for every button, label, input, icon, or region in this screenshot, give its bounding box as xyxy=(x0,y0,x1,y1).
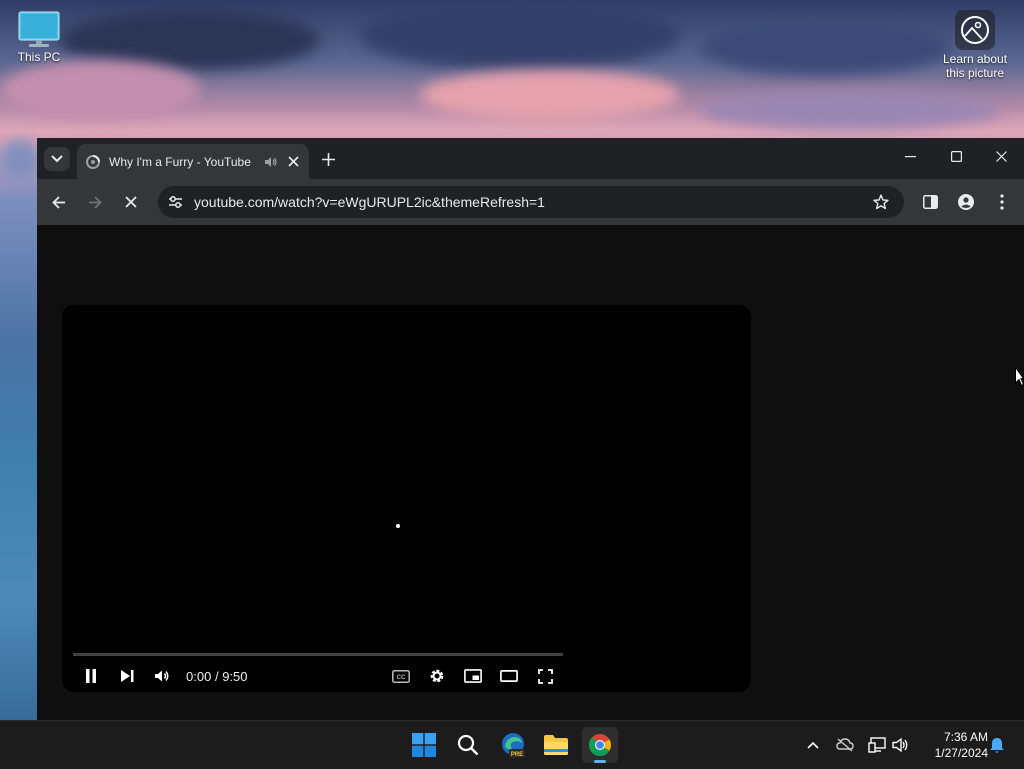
edge-preview-button[interactable]: PRE xyxy=(495,727,531,763)
search-button[interactable] xyxy=(450,727,486,763)
duration: 9:50 xyxy=(222,669,248,684)
desktop-icon-learn-about-picture[interactable]: Learn about this picture xyxy=(938,10,1012,80)
learn-picture-icon xyxy=(955,10,995,50)
browser-window: Why I'm a Furry - YouTube youtube.com/wa… xyxy=(37,138,1024,720)
arrow-right-icon xyxy=(89,195,102,209)
side-panel-icon xyxy=(922,195,938,209)
x-icon xyxy=(125,196,137,208)
progress-bar[interactable] xyxy=(73,653,563,656)
profile-icon xyxy=(958,194,974,210)
windows-logo-icon xyxy=(412,733,436,757)
back-button[interactable] xyxy=(43,186,75,218)
onedrive-tray[interactable] xyxy=(834,735,856,755)
chevron-down-icon xyxy=(51,155,63,163)
address-bar[interactable]: youtube.com/watch?v=eWgURUPL2ic&themeRef… xyxy=(158,186,904,218)
loading-favicon-icon xyxy=(86,155,100,169)
closed-captions-icon: CC xyxy=(392,669,410,683)
captions-button[interactable]: CC xyxy=(386,663,416,689)
edge-icon: PRE xyxy=(502,733,525,758)
site-info-icon[interactable] xyxy=(168,195,183,209)
svg-text:CC: CC xyxy=(397,675,406,681)
fullscreen-icon xyxy=(537,668,553,684)
tab-title: Why I'm a Furry - YouTube xyxy=(109,155,251,169)
title-bar: Why I'm a Furry - YouTube xyxy=(37,138,1024,179)
pause-button[interactable] xyxy=(76,663,106,689)
bell-icon xyxy=(990,737,1004,753)
close-window-button[interactable] xyxy=(978,138,1024,175)
next-button[interactable] xyxy=(112,663,142,689)
current-time: 0:00 xyxy=(186,669,212,684)
miniplayer-button[interactable] xyxy=(458,663,488,689)
theater-mode-icon xyxy=(500,670,518,682)
volume-button[interactable] xyxy=(147,663,177,689)
kebab-menu-icon xyxy=(1000,194,1004,210)
close-tab-icon[interactable] xyxy=(288,156,299,167)
taskbar: PRE 7:36 AM 1/27/2024 xyxy=(0,720,1024,769)
browser-toolbar: youtube.com/watch?v=eWgURUPL2ic&themeRef… xyxy=(37,179,1024,225)
volume-icon xyxy=(155,670,169,682)
page-content: 0:00 / 9:50 CC xyxy=(37,225,1024,720)
clock-time: 7:36 AM xyxy=(943,730,988,744)
monitor-icon xyxy=(18,11,60,47)
miniplayer-icon xyxy=(464,669,482,683)
loading-spinner-icon xyxy=(396,524,400,528)
folder-icon xyxy=(544,735,568,755)
chrome-icon xyxy=(588,734,611,756)
clock-date: 1/27/2024 xyxy=(934,746,988,760)
pause-icon xyxy=(86,669,96,683)
speaker-icon[interactable] xyxy=(263,155,277,169)
clock[interactable]: 7:36 AM 1/27/2024 xyxy=(918,729,988,761)
profile-button[interactable] xyxy=(950,186,982,218)
desktop-icon-this-pc[interactable]: This PC xyxy=(12,10,66,64)
tab-search-button[interactable] xyxy=(44,147,70,171)
mouse-cursor-icon xyxy=(1015,367,1024,387)
desktop-icon-label: This PC xyxy=(17,50,61,64)
new-tab-button[interactable] xyxy=(316,147,340,171)
cloud-offline-icon xyxy=(836,738,854,752)
network-tray[interactable] xyxy=(866,735,888,755)
plus-icon xyxy=(321,152,335,166)
search-icon xyxy=(457,734,479,756)
edge-badge-label: PRE xyxy=(511,752,523,758)
speaker-icon xyxy=(892,737,908,753)
star-icon[interactable] xyxy=(873,194,889,210)
url-text[interactable]: youtube.com/watch?v=eWgURUPL2ic&themeRef… xyxy=(194,194,545,210)
stop-loading-button[interactable] xyxy=(115,186,147,218)
side-panel-button[interactable] xyxy=(914,186,946,218)
minimize-button[interactable] xyxy=(887,138,933,175)
notifications-button[interactable] xyxy=(986,735,1008,755)
start-button[interactable] xyxy=(406,727,442,763)
show-hidden-icons-button[interactable] xyxy=(802,735,824,755)
maximize-icon xyxy=(950,151,962,162)
arrow-left-icon xyxy=(52,195,65,209)
fullscreen-button[interactable] xyxy=(530,663,560,689)
theater-mode-button[interactable] xyxy=(494,663,524,689)
active-app-indicator xyxy=(594,760,606,763)
chrome-button[interactable] xyxy=(582,727,618,763)
network-icon xyxy=(868,737,886,753)
gear-icon xyxy=(430,669,444,683)
tab-youtube[interactable]: Why I'm a Furry - YouTube xyxy=(77,144,309,179)
desktop-icon-label: Learn about this picture xyxy=(942,52,1008,80)
file-explorer-button[interactable] xyxy=(538,727,574,763)
video-player[interactable]: 0:00 / 9:50 CC xyxy=(62,305,751,692)
skip-next-icon xyxy=(121,670,134,682)
volume-tray[interactable] xyxy=(890,735,912,755)
settings-button[interactable] xyxy=(422,663,452,689)
close-icon xyxy=(995,151,1007,162)
menu-button[interactable] xyxy=(986,186,1018,218)
maximize-button[interactable] xyxy=(933,138,979,175)
chevron-up-icon xyxy=(807,741,819,749)
time-display: 0:00 / 9:50 xyxy=(186,669,248,684)
time-separator: / xyxy=(214,669,219,684)
forward-button[interactable] xyxy=(79,186,111,218)
minimize-icon xyxy=(904,155,916,157)
